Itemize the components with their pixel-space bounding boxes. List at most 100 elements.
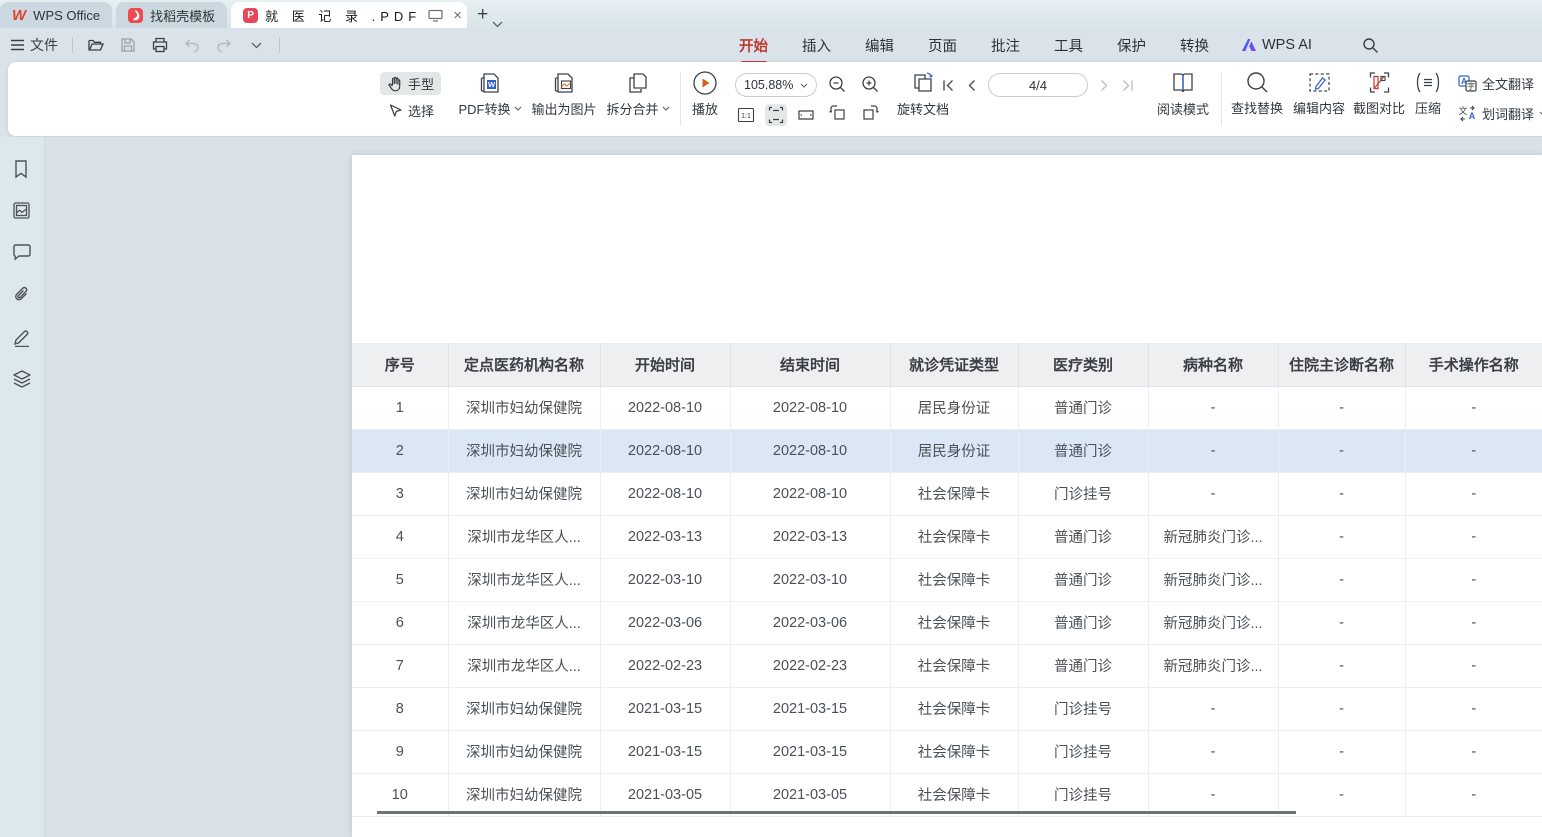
rotate-document-label: 旋转文档	[897, 99, 949, 118]
full-translate-icon: A字	[1458, 75, 1477, 92]
table-horizontal-scrollbar[interactable]	[377, 811, 1296, 814]
menu-item[interactable]: 页面	[926, 29, 959, 62]
page-number-input[interactable]: 4/4	[988, 73, 1088, 97]
last-page-button[interactable]	[1121, 79, 1134, 92]
full-text-translate-button[interactable]: A字 全文翻译	[1458, 74, 1542, 93]
find-replace-label: 查找替换	[1231, 98, 1283, 117]
table-cell: 普通门诊	[1018, 601, 1148, 644]
table-cell: -	[1278, 773, 1405, 816]
zoom-out-button[interactable]	[826, 73, 848, 95]
screenshot-compare-button[interactable]: 截图对比	[1348, 70, 1410, 117]
close-tab-icon[interactable]: ×	[453, 7, 462, 24]
hand-tool-button[interactable]: 手型	[380, 72, 441, 95]
select-tool-label: 选择	[408, 101, 434, 120]
wps-ai-label: WPS AI	[1262, 37, 1312, 53]
pdf-convert-button[interactable]: W PDF转换	[455, 70, 525, 118]
save-icon[interactable]	[119, 36, 137, 54]
menu-item[interactable]: 转换	[1178, 29, 1211, 62]
zoom-in-button[interactable]	[859, 73, 881, 95]
tab-list-chevron-icon[interactable]	[492, 19, 503, 28]
screen-share-icon[interactable]	[428, 9, 443, 22]
annotate-pen-panel-icon[interactable]	[12, 327, 32, 347]
next-page-button[interactable]	[1100, 79, 1109, 92]
layers-panel-icon[interactable]	[12, 369, 32, 389]
table-cell: 普通门诊	[1018, 429, 1148, 472]
actual-size-button[interactable]: 1:1	[735, 104, 757, 126]
word-translate-button[interactable]: 文A 划词翻译	[1458, 104, 1542, 123]
read-mode-button[interactable]: 阅读模式	[1150, 70, 1216, 118]
cursor-icon	[387, 103, 403, 119]
file-menu-button[interactable]: 文件	[10, 35, 58, 55]
table-cell: 社会保障卡	[890, 558, 1018, 601]
thumbnail-panel-icon[interactable]	[12, 201, 32, 221]
find-replace-button[interactable]: 查找替换	[1226, 70, 1288, 117]
edit-content-label: 编辑内容	[1293, 98, 1345, 117]
table-cell: 居民身份证	[890, 386, 1018, 429]
table-cell: -	[1405, 687, 1542, 730]
menu-item[interactable]: 开始	[737, 29, 770, 62]
rotate-right-button[interactable]	[859, 101, 881, 123]
edit-content-button[interactable]: 编辑内容	[1288, 70, 1350, 117]
table-cell: 9	[352, 730, 448, 773]
new-tab-button[interactable]: +	[467, 4, 492, 28]
menu-item[interactable]: 批注	[989, 29, 1022, 62]
quick-access-chevron-icon[interactable]	[247, 36, 265, 54]
export-image-label: 输出为图片	[531, 99, 596, 118]
split-merge-label: 拆分合并	[606, 99, 658, 118]
table-cell: 2021-03-15	[730, 687, 890, 730]
undo-icon[interactable]	[183, 36, 201, 54]
comment-panel-icon[interactable]	[12, 243, 32, 263]
select-tool-button[interactable]: 选择	[380, 99, 441, 122]
word-translate-label: 划词翻译	[1482, 104, 1534, 123]
attachment-panel-icon[interactable]	[12, 285, 32, 305]
table-cell: 门诊挂号	[1018, 472, 1148, 515]
table-cell: 7	[352, 644, 448, 687]
redo-icon[interactable]	[215, 36, 233, 54]
table-header-cell: 序号	[352, 343, 448, 386]
tab-document-pdf[interactable]: P 就 医 记 录 .PDF ×	[231, 2, 467, 28]
open-file-icon[interactable]	[87, 36, 105, 54]
table-header-cell: 结束时间	[730, 343, 890, 386]
menu-item[interactable]: 工具	[1052, 29, 1085, 62]
tab-bar: W WPS Office 找稻壳模板 P 就 医 记 录 .PDF × +	[0, 0, 1542, 28]
tab-wps-office[interactable]: W WPS Office	[0, 2, 112, 28]
document-viewport[interactable]: 序号定点医药机构名称开始时间结束时间就诊凭证类型医疗类别病种名称住院主诊断名称手…	[45, 137, 1542, 837]
full-translate-label: 全文翻译	[1482, 74, 1534, 93]
left-panel-strip	[0, 137, 45, 837]
hand-tool-label: 手型	[408, 74, 434, 93]
menu-search-icon[interactable]	[1362, 37, 1379, 54]
previous-page-button[interactable]	[967, 79, 976, 92]
svg-text:W: W	[488, 80, 496, 89]
zoom-level-select[interactable]: 105.88%	[735, 73, 817, 97]
table-row: 9深圳市妇幼保健院2021-03-152021-03-15社会保障卡门诊挂号--…	[352, 730, 1542, 773]
menu-item[interactable]: 保护	[1115, 29, 1148, 62]
table-cell: -	[1148, 386, 1278, 429]
print-icon[interactable]	[151, 36, 169, 54]
table-cell: 社会保障卡	[890, 472, 1018, 515]
screenshot-compare-icon	[1367, 70, 1392, 95]
tab-docer-templates[interactable]: 找稻壳模板	[116, 2, 227, 28]
menu-item-wps-ai[interactable]: WPS AI	[1241, 37, 1312, 53]
rotate-left-button[interactable]	[826, 101, 848, 123]
table-cell: 2021-03-15	[600, 687, 730, 730]
document-body: 序号定点医药机构名称开始时间结束时间就诊凭证类型医疗类别病种名称住院主诊断名称手…	[0, 137, 1542, 837]
table-cell: 深圳市妇幼保健院	[448, 429, 600, 472]
export-image-button[interactable]: 输出为图片	[526, 70, 602, 118]
compress-button[interactable]: 压缩	[1406, 70, 1450, 117]
table-header-cell: 住院主诊断名称	[1278, 343, 1405, 386]
table-cell: 2022-03-10	[600, 558, 730, 601]
table-cell: 2022-08-10	[600, 386, 730, 429]
split-merge-button[interactable]: 拆分合并	[603, 70, 673, 118]
word-translate-icon: 文A	[1458, 105, 1477, 122]
table-cell: 社会保障卡	[890, 515, 1018, 558]
table-cell: 4	[352, 515, 448, 558]
bookmark-panel-icon[interactable]	[12, 159, 32, 179]
fit-page-button[interactable]	[765, 104, 787, 126]
fit-width-button[interactable]	[795, 104, 817, 126]
menu-item[interactable]: 插入	[800, 29, 833, 62]
first-page-button[interactable]	[942, 79, 955, 92]
table-cell: 普通门诊	[1018, 644, 1148, 687]
table-cell: 社会保障卡	[890, 601, 1018, 644]
menu-item[interactable]: 编辑	[863, 29, 896, 62]
play-button[interactable]: 播放	[686, 70, 724, 118]
